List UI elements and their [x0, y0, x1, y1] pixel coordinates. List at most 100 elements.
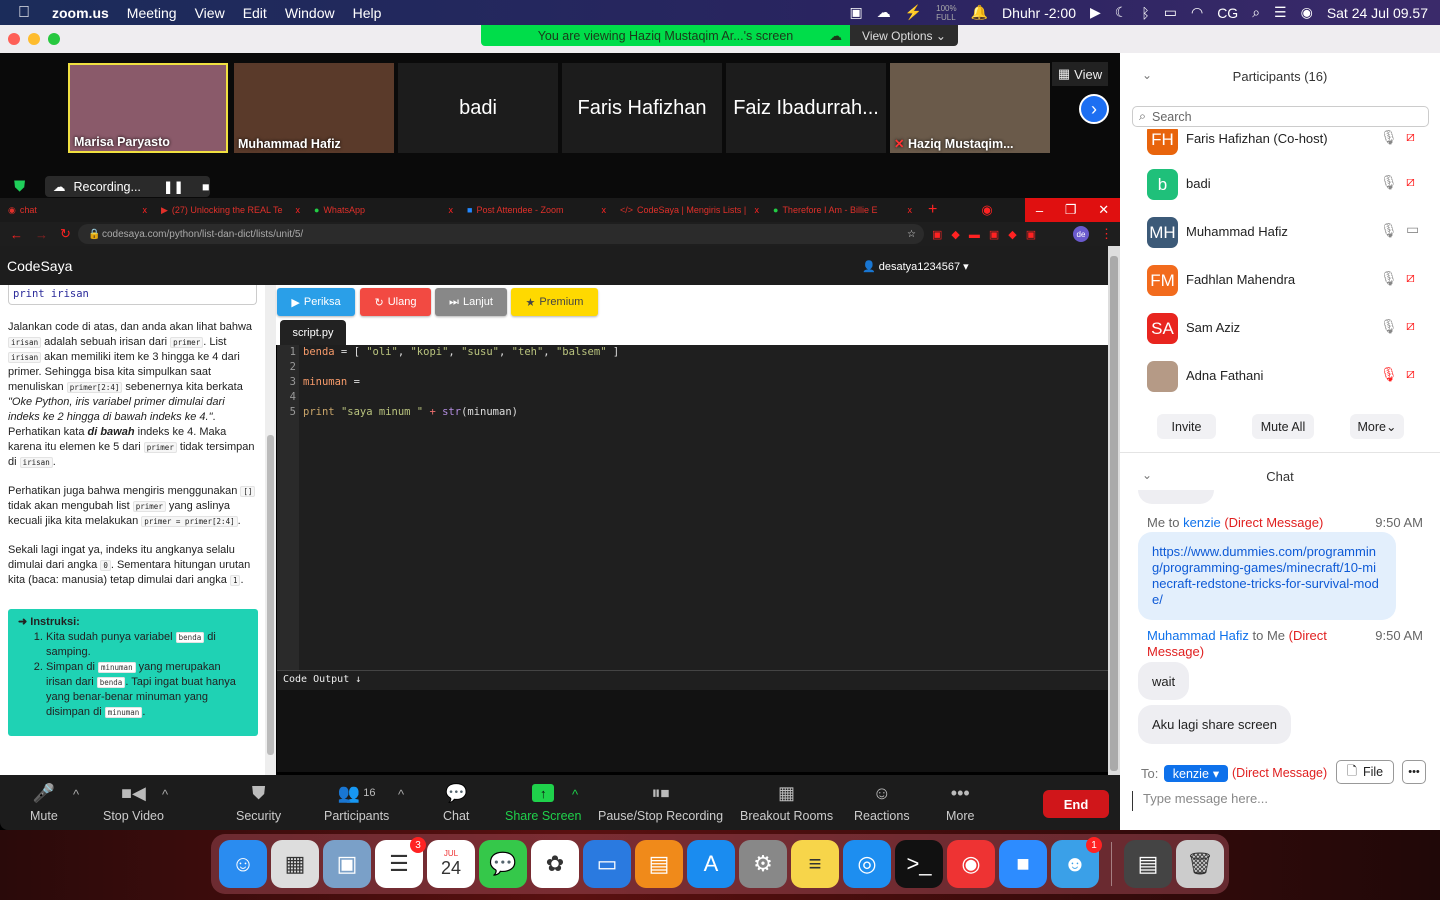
chat-message-input[interactable]: Type message here... — [1132, 791, 1428, 811]
maximize-window-button[interactable] — [48, 33, 60, 45]
datetime[interactable]: Sat 24 Jul 09.57 — [1327, 5, 1428, 21]
play-icon[interactable]: ▶ — [1090, 4, 1101, 21]
participants-button[interactable]: 👥 16 Participants — [324, 781, 389, 824]
video-thumbnail[interactable]: Muhammad Hafiz — [234, 63, 394, 153]
messages-icon[interactable]: 💬 — [479, 840, 527, 888]
minimize-window-button[interactable] — [28, 33, 40, 45]
menu-edit[interactable]: Edit — [243, 5, 267, 21]
next-button[interactable]: ⏭ Lanjut — [435, 288, 507, 316]
profile-avatar[interactable]: de — [1073, 226, 1089, 242]
file-button[interactable]: 🗋 File — [1336, 760, 1394, 784]
video-thumbnail[interactable]: Marisa Paryasto — [68, 63, 228, 153]
menu-meeting[interactable]: Meeting — [127, 5, 177, 21]
microphone-icon[interactable]: 🎙 — [1380, 174, 1398, 191]
cloud-icon[interactable]: ☁ — [877, 4, 891, 21]
security-button[interactable]: ⛊ Security — [236, 781, 281, 824]
page-scrollbar[interactable] — [1108, 246, 1120, 775]
user-initials[interactable]: CG — [1217, 5, 1238, 21]
pause-icon[interactable]: ❚❚ — [163, 179, 184, 194]
video-off-icon[interactable]: ⧄ — [1406, 129, 1415, 145]
close-icon[interactable]: ✕ — [1098, 202, 1109, 218]
view-options-button[interactable]: View Options ⌄ — [850, 25, 958, 46]
stop-video-button[interactable]: ■◀ Stop Video — [103, 781, 164, 824]
reminders-icon[interactable]: ☰ 3 — [375, 837, 426, 888]
chat-more-button[interactable]: ••• — [1402, 760, 1426, 784]
chrome-icon[interactable]: ◉ — [947, 840, 995, 888]
preview-icon[interactable]: ▣ — [323, 840, 371, 888]
video-options-chevron-icon[interactable]: ^ — [162, 787, 168, 802]
microphone-icon[interactable]: 🎙 — [1380, 129, 1398, 146]
restore-icon[interactable]: ❐ — [1065, 202, 1077, 218]
close-tab-icon[interactable]: x — [143, 205, 148, 215]
terminal-icon[interactable]: >_ — [895, 840, 943, 888]
shield-check-icon[interactable]: ⛊ — [14, 178, 25, 195]
minimize-icon[interactable]: – — [1036, 203, 1043, 218]
app-store-icon[interactable]: A — [687, 840, 735, 888]
check-button[interactable]: ▶ Periksa — [277, 288, 355, 316]
close-tab-icon[interactable]: x — [755, 205, 760, 215]
downloads-stack-icon[interactable]: ▤ — [1124, 840, 1172, 888]
participant-row[interactable]: SA Sam Aziz 🎙 ⧄ — [1120, 304, 1440, 352]
moon-icon[interactable]: ☾ — [1115, 4, 1128, 21]
lesson-scrollbar[interactable] — [265, 285, 276, 775]
recipient[interactable]: kenzie — [1183, 515, 1221, 530]
video-off-icon[interactable]: ⧄ — [1406, 317, 1415, 334]
next-page-button[interactable]: › — [1079, 94, 1109, 124]
video-thumbnail[interactable]: ✕ Haziq Mustaqim... — [890, 63, 1050, 153]
participants-more-button[interactable]: More ⌄ — [1350, 414, 1404, 439]
browser-tab[interactable]: ● WhatsApp x — [306, 198, 459, 222]
finder-icon[interactable]: ☺ — [219, 840, 267, 888]
premium-button[interactable]: ★ Premium — [511, 288, 598, 316]
siri-icon[interactable]: ◉ — [1301, 4, 1313, 21]
audio-options-chevron-icon[interactable]: ^ — [73, 787, 79, 802]
system-preferences-icon[interactable]: ⚙ — [739, 840, 787, 888]
breakout-rooms-button[interactable]: ▦ Breakout Rooms — [740, 781, 833, 824]
microphone-icon[interactable]: 🎙 — [1380, 270, 1398, 287]
browser-tab[interactable]: ■ Post Attendee - Zoom x — [459, 198, 612, 222]
close-tab-icon[interactable]: x — [908, 205, 913, 215]
browser-tab[interactable]: ● Therefore I Am - Billie E x — [765, 198, 918, 222]
battery-charge-icon[interactable]: ⚡ — [905, 4, 922, 21]
bookmark-star-icon[interactable]: ☆ — [907, 229, 916, 240]
photos-icon[interactable]: ✿ — [531, 840, 579, 888]
reset-button[interactable]: ↻ Ulang — [360, 288, 431, 316]
url-input[interactable]: 🔒 codesaya.com/python/list-dan-dict/lists… — [78, 224, 924, 244]
view-button[interactable]: ▦ View — [1052, 62, 1108, 86]
menu-app-name[interactable]: zoom.us — [52, 5, 109, 21]
more-button[interactable]: ••• More — [946, 781, 974, 824]
calendar-icon[interactable]: JUL 24 — [427, 840, 475, 888]
wifi-icon[interactable]: ◠ — [1191, 4, 1203, 21]
extension-icons[interactable]: ▣◆▬▣◆▣ — [932, 228, 1045, 241]
tab-search-icon[interactable]: ◉ — [981, 202, 992, 218]
participant-row[interactable]: Adna Fathani 🎙 ⧄ — [1120, 352, 1440, 399]
participants-search-input[interactable]: ⌕ Search — [1132, 106, 1429, 127]
zoom-status-icon[interactable]: ▣ — [849, 4, 862, 21]
recipient-dropdown[interactable]: kenzie ▾ — [1164, 765, 1228, 782]
video-thumbnail[interactable]: Faris Hafizhan — [562, 63, 722, 153]
zoom-icon[interactable]: ■ — [999, 840, 1047, 888]
close-tab-icon[interactable]: x — [449, 205, 454, 215]
message-link[interactable]: https://www.dummies.com/programming/prog… — [1138, 532, 1396, 620]
video-on-icon[interactable]: ▭ — [1406, 221, 1419, 238]
new-tab-button[interactable]: + — [928, 201, 937, 219]
video-off-icon[interactable]: ⧄ — [1406, 173, 1415, 190]
code-output-header[interactable]: Code Output ↓ — [277, 670, 1108, 690]
spotlight-icon[interactable]: ⌕ — [1252, 4, 1260, 21]
menu-window[interactable]: Window — [285, 5, 335, 21]
invite-button[interactable]: Invite — [1157, 414, 1216, 439]
scrollbar-thumb[interactable] — [267, 435, 274, 755]
participant-row[interactable]: FH Faris Hafizhan (Co-host) 🎙 ⧄ — [1120, 129, 1440, 163]
bluetooth-icon[interactable]: ᛒ — [1141, 5, 1149, 21]
close-tab-icon[interactable]: x — [296, 205, 301, 215]
recording-button[interactable]: ⏸⏹ Pause/Stop Recording — [598, 781, 723, 824]
share-screen-button[interactable]: ↑ Share Screen — [505, 781, 581, 823]
video-thumbnail[interactable]: badi — [398, 63, 558, 153]
reload-icon[interactable]: ↻ — [60, 226, 71, 242]
mute-button[interactable]: 🎤 Mute — [30, 781, 58, 824]
apple-icon[interactable]:  — [18, 4, 30, 22]
tweetbot-icon[interactable]: ☻ 1 — [1051, 837, 1102, 888]
launchpad-icon[interactable]: ▦ — [271, 840, 319, 888]
share-options-chevron-icon[interactable]: ^ — [572, 787, 578, 802]
browser-tab[interactable]: ▶ (27) Unlocking the REAL Te x — [153, 198, 306, 222]
browser-tab-active[interactable]: </> CodeSaya | Mengiris Lists | x — [612, 198, 765, 222]
